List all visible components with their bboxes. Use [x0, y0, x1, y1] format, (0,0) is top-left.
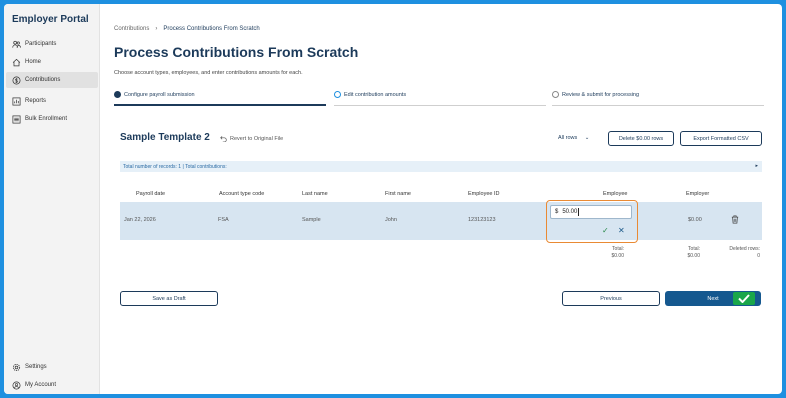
- sidebar-item-reports[interactable]: Reports: [6, 93, 98, 109]
- cell-employer: $0.00: [688, 217, 702, 223]
- col-first-name: First name: [385, 191, 411, 197]
- total-value: $0.00: [687, 253, 700, 259]
- users-icon: [12, 40, 21, 49]
- sidebar-item-settings[interactable]: Settings: [6, 359, 98, 375]
- breadcrumb: Contributions › Process Contributions Fr…: [114, 26, 260, 32]
- step-edit[interactable]: Edit contribution amounts: [334, 91, 406, 98]
- step-review[interactable]: Review & submit for processing: [552, 91, 639, 98]
- account-icon: [12, 381, 21, 390]
- sidebar-item-label: Contributions: [25, 77, 61, 83]
- sidebar-item-label: Participants: [25, 41, 57, 47]
- rows-filter-label: All rows: [558, 135, 578, 141]
- step-line-done: [114, 104, 326, 106]
- cell-payroll-date: Jan 22, 2026: [124, 217, 156, 223]
- trash-icon[interactable]: [731, 215, 739, 224]
- amount-value: 50.00: [562, 209, 578, 215]
- sidebar-item-label: Settings: [25, 364, 47, 370]
- chevron-right-icon: ▸: [755, 163, 758, 169]
- cancel-edit-button[interactable]: ✕: [618, 226, 625, 235]
- check-icon: [733, 292, 755, 305]
- page-subtitle: Choose account types, employees, and ent…: [114, 70, 303, 76]
- export-csv-button[interactable]: Export Formatted CSV: [680, 131, 762, 146]
- breadcrumb-parent[interactable]: Contributions: [114, 26, 149, 32]
- total-label: Deleted rows:: [729, 246, 760, 252]
- sidebar-item-label: Reports: [25, 98, 47, 104]
- col-last-name: Last name: [302, 191, 328, 197]
- check-icon: ✓: [602, 226, 609, 235]
- sidebar-item-participants[interactable]: Participants: [6, 36, 98, 52]
- summary-bar[interactable]: Total number of records: 1 | Total contr…: [120, 161, 762, 172]
- delete-zero-rows-button[interactable]: Delete $0.00 rows: [608, 131, 674, 146]
- rows-filter-select[interactable]: All rows ⌄: [558, 135, 589, 141]
- total-value: $0.00: [611, 253, 624, 259]
- summary-text: Total number of records: 1 | Total contr…: [123, 163, 227, 170]
- main-content: Contributions › Process Contributions Fr…: [100, 4, 782, 394]
- currency-symbol: $: [555, 209, 559, 215]
- step-line: [552, 105, 764, 106]
- step-pending-icon: [552, 91, 559, 98]
- cell-account-type: FSA: [218, 217, 229, 223]
- sidebar-item-label: Home: [25, 59, 42, 65]
- sidebar-item-home[interactable]: Home: [6, 54, 98, 70]
- employee-total: Total: $0.00: [594, 246, 624, 260]
- table-row: [120, 202, 762, 240]
- sidebar-item-my-account[interactable]: My Account: [6, 377, 98, 393]
- cell-employee-id: 123123123: [468, 217, 496, 223]
- sidebar-item-bulk-enrollment[interactable]: Bulk Enrollment: [6, 111, 98, 127]
- sidebar: Employer Portal Participants Home Contri…: [4, 4, 100, 394]
- close-icon: ✕: [618, 226, 625, 235]
- brand-title: Employer Portal: [12, 14, 89, 25]
- progress-stepper: Configure payroll submission Edit contri…: [114, 91, 764, 106]
- save-draft-button[interactable]: Save as Draft: [120, 291, 218, 306]
- sidebar-item-label: My Account: [25, 382, 57, 388]
- deleted-rows-total: Deleted rows: 0: [716, 246, 760, 260]
- cell-first-name: John: [385, 217, 397, 223]
- employee-amount-input[interactable]: $ 50.00: [550, 205, 632, 219]
- app-frame: Employer Portal Participants Home Contri…: [4, 4, 782, 394]
- breadcrumb-separator: ›: [155, 26, 158, 32]
- undo-icon: [220, 136, 227, 142]
- col-payroll-date: Payroll date: [136, 191, 166, 197]
- step-label: Review & submit for processing: [562, 91, 640, 98]
- gear-icon: [12, 363, 21, 372]
- step-label: Configure payroll submission: [124, 91, 195, 98]
- home-icon: [12, 58, 21, 67]
- step-complete-icon: [114, 91, 121, 98]
- cell-last-name: Sample: [302, 217, 321, 223]
- total-label: Total:: [688, 246, 700, 252]
- total-value: 0: [757, 253, 760, 259]
- col-employee-id: Employee ID: [468, 191, 500, 197]
- dollar-icon: [12, 76, 21, 85]
- template-title: Sample Template 2: [120, 132, 210, 143]
- previous-button[interactable]: Previous: [562, 291, 660, 306]
- text-cursor: [578, 208, 580, 216]
- sidebar-item-label: Bulk Enrollment: [25, 116, 68, 122]
- breadcrumb-current: Process Contributions From Scratch: [163, 26, 260, 32]
- page-title: Process Contributions From Scratch: [114, 44, 359, 60]
- col-employer: Employer: [686, 191, 710, 197]
- total-label: Total:: [612, 246, 624, 252]
- chart-icon: [12, 97, 21, 106]
- col-account-type: Account type code: [219, 191, 265, 197]
- step-label: Edit contribution amounts: [344, 91, 407, 98]
- sidebar-item-contributions[interactable]: Contributions: [6, 72, 98, 88]
- list-icon: [12, 115, 21, 124]
- step-configure[interactable]: Configure payroll submission: [114, 91, 195, 98]
- employer-total: Total: $0.00: [670, 246, 700, 260]
- revert-label: Revert to Original File: [230, 135, 284, 142]
- revert-button[interactable]: Revert to Original File: [220, 135, 283, 142]
- step-line: [334, 105, 546, 106]
- col-employee: Employee: [603, 191, 628, 197]
- step-current-icon: [334, 91, 341, 98]
- confirm-edit-button[interactable]: ✓: [602, 226, 609, 235]
- chevron-down-icon: ⌄: [584, 135, 590, 141]
